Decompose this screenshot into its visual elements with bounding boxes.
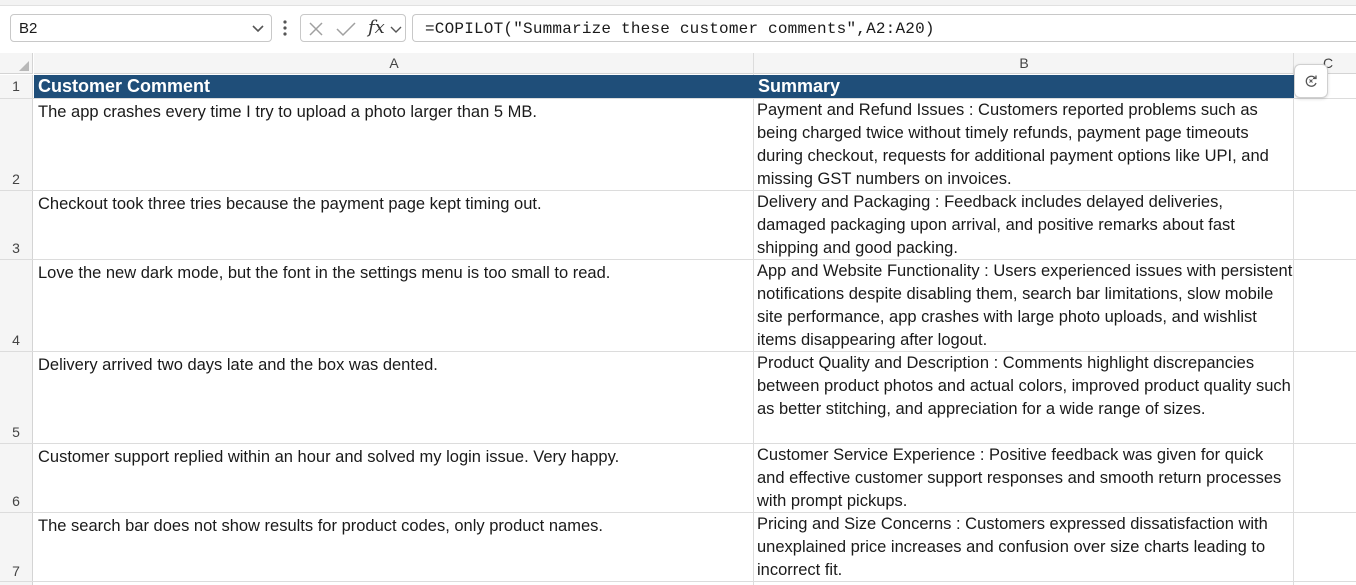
- more-vertical-icon[interactable]: [281, 18, 289, 38]
- column-header-b[interactable]: B: [754, 53, 1294, 74]
- chevron-down-icon[interactable]: [251, 19, 265, 37]
- gridline: [1293, 53, 1294, 585]
- formula-input[interactable]: =COPILOT("Summarize these customer comme…: [412, 14, 1356, 42]
- summary-cell[interactable]: Product Quality and Description : Commen…: [754, 352, 1293, 443]
- close-icon[interactable]: [307, 20, 325, 38]
- comment-cell[interactable]: The search bar does not show results for…: [34, 513, 753, 581]
- row-header-5[interactable]: 5: [0, 352, 33, 443]
- comment-cell[interactable]: Customer support replied within an hour …: [34, 444, 753, 512]
- header-cell-summary[interactable]: Summary: [754, 75, 1294, 98]
- summary-cell[interactable]: Payment and Refund Issues : Customers re…: [754, 99, 1293, 190]
- check-icon[interactable]: [335, 20, 357, 38]
- summary-cell[interactable]: Pricing and Size Concerns : Customers ex…: [754, 513, 1293, 581]
- row-header-7[interactable]: 7: [0, 513, 33, 585]
- refresh-icon: [1305, 75, 1317, 87]
- comment-cell[interactable]: The app crashes every time I try to uplo…: [34, 99, 753, 190]
- header-cell-customer-comment[interactable]: Customer Comment: [34, 75, 754, 98]
- comment-cell[interactable]: Delivery arrived two days late and the b…: [34, 352, 753, 443]
- row-header-6[interactable]: 6: [0, 444, 33, 512]
- ribbon-edge: [0, 0, 1356, 6]
- formula-buttons: fx: [300, 14, 406, 42]
- summary-cell[interactable]: App and Website Functionality : Users ex…: [754, 260, 1293, 351]
- column-header-a[interactable]: A: [34, 53, 754, 74]
- formula-text: =COPILOT("Summarize these customer comme…: [425, 20, 935, 38]
- comment-cell[interactable]: Love the new dark mode, but the font in …: [34, 260, 753, 351]
- row-header-4[interactable]: 4: [0, 260, 33, 351]
- row-header-1[interactable]: 1: [0, 75, 33, 98]
- chevron-down-icon[interactable]: [389, 21, 403, 37]
- select-all-triangle: [19, 61, 29, 71]
- comment-cell[interactable]: Checkout took three tries because the pa…: [34, 191, 753, 259]
- gridline: [0, 581, 1356, 582]
- function-icon[interactable]: fx: [368, 17, 385, 38]
- refresh-button[interactable]: [1294, 64, 1328, 98]
- name-box[interactable]: B2: [10, 14, 272, 42]
- summary-cell[interactable]: Delivery and Packaging : Feedback includ…: [754, 191, 1293, 259]
- name-box-value: B2: [19, 20, 38, 37]
- row-header-2[interactable]: 2: [0, 99, 33, 190]
- row-header-3[interactable]: 3: [0, 191, 33, 259]
- summary-cell[interactable]: Customer Service Experience : Positive f…: [754, 444, 1293, 512]
